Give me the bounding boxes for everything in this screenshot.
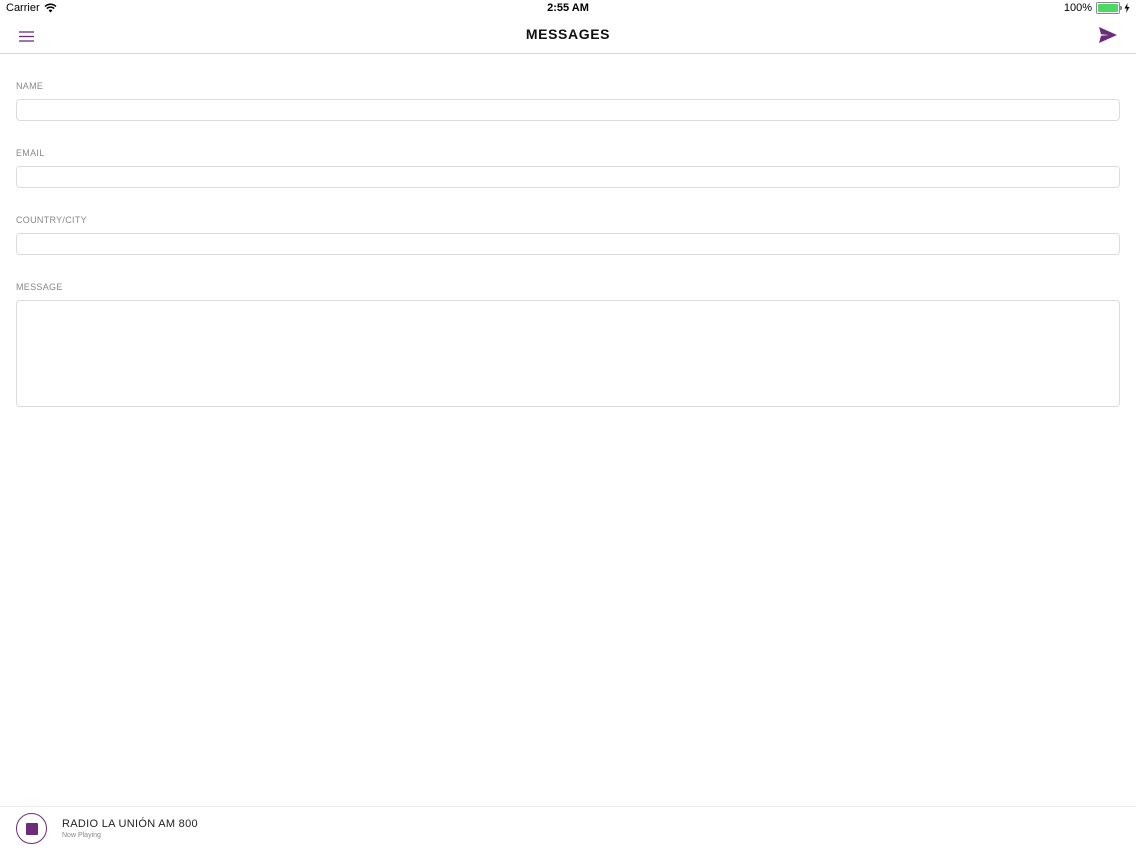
status-bar: Carrier 2:55 AM 100% [0, 0, 1136, 18]
email-input[interactable] [16, 166, 1120, 188]
location-field-group: COUNTRY/CITY [16, 214, 1120, 281]
message-field-group: MESSAGE [16, 281, 1120, 407]
player-bar: RADIO LA UNIÓN AM 800 Now Playing [0, 806, 1136, 853]
battery-percent: 100% [1063, 2, 1092, 14]
status-time: 2:55 AM [547, 2, 589, 14]
stop-button[interactable] [16, 813, 47, 844]
station-name: RADIO LA UNIÓN AM 800 [62, 818, 198, 830]
message-label: MESSAGE [16, 282, 63, 292]
name-label: NAME [16, 81, 44, 91]
charging-icon [1124, 3, 1130, 13]
email-label: EMAIL [16, 148, 45, 158]
message-form: NAME EMAIL COUNTRY/CITY MESSAGE [16, 80, 1120, 407]
nav-bar: MESSAGES [0, 18, 1136, 54]
battery-fill [1098, 4, 1118, 12]
status-right: 100% [1064, 2, 1130, 14]
message-textarea[interactable] [16, 300, 1120, 407]
location-label: COUNTRY/CITY [16, 215, 87, 225]
now-playing-label: Now Playing [62, 832, 101, 839]
battery-icon [1096, 2, 1122, 14]
country-city-input[interactable] [16, 233, 1120, 255]
name-field-group: NAME [16, 80, 1120, 147]
paper-plane-send-icon [1099, 27, 1117, 43]
email-field-group: EMAIL [16, 147, 1120, 214]
send-button[interactable] [1096, 24, 1120, 46]
stop-icon [26, 823, 38, 835]
name-input[interactable] [16, 99, 1120, 121]
page-title: MESSAGES [525, 26, 611, 42]
